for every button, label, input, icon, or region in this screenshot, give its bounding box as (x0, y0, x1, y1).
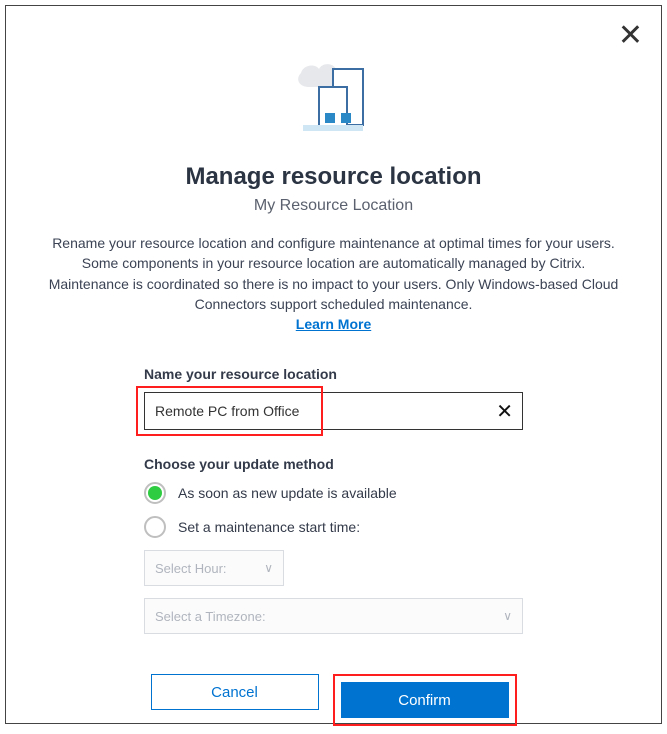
form-area: Name your resource location ✕ Choose you… (34, 366, 633, 634)
radio-option-scheduled[interactable]: Set a maintenance start time: (144, 516, 523, 538)
dialog-subtitle: My Resource Location (34, 197, 633, 215)
radio-icon-unchecked (144, 516, 166, 538)
name-input-row: ✕ (144, 392, 523, 430)
select-timezone-placeholder: Select a Timezone: (155, 609, 266, 624)
confirm-button[interactable]: Confirm (341, 682, 509, 718)
dialog-title: Manage resource location (34, 163, 633, 191)
resource-location-icon (34, 59, 633, 148)
confirm-button-highlight: Confirm (333, 674, 517, 726)
dialog-description: Rename your resource location and config… (34, 233, 633, 314)
select-timezone-dropdown[interactable]: Select a Timezone: ∨ (144, 598, 523, 634)
select-hour-dropdown[interactable]: Select Hour: ∨ (144, 550, 284, 586)
radio-label-asap: As soon as new update is available (178, 485, 397, 501)
chevron-down-icon: ∨ (264, 561, 273, 575)
resource-name-input[interactable] (144, 392, 523, 430)
name-label: Name your resource location (144, 366, 523, 382)
chevron-down-icon: ∨ (503, 609, 512, 623)
clear-input-icon[interactable]: ✕ (496, 399, 513, 424)
close-icon[interactable]: ✕ (618, 21, 643, 51)
select-hour-placeholder: Select Hour: (155, 561, 227, 576)
update-method-label: Choose your update method (144, 456, 523, 472)
learn-more-link[interactable]: Learn More (34, 316, 633, 332)
dialog-buttons: Cancel Confirm (34, 674, 633, 726)
manage-resource-dialog: ✕ Manage resource location My Resource L… (5, 5, 662, 724)
radio-option-asap[interactable]: As soon as new update is available (144, 482, 523, 504)
radio-icon-checked (144, 482, 166, 504)
radio-label-scheduled: Set a maintenance start time: (178, 519, 360, 535)
cancel-button[interactable]: Cancel (151, 674, 319, 710)
